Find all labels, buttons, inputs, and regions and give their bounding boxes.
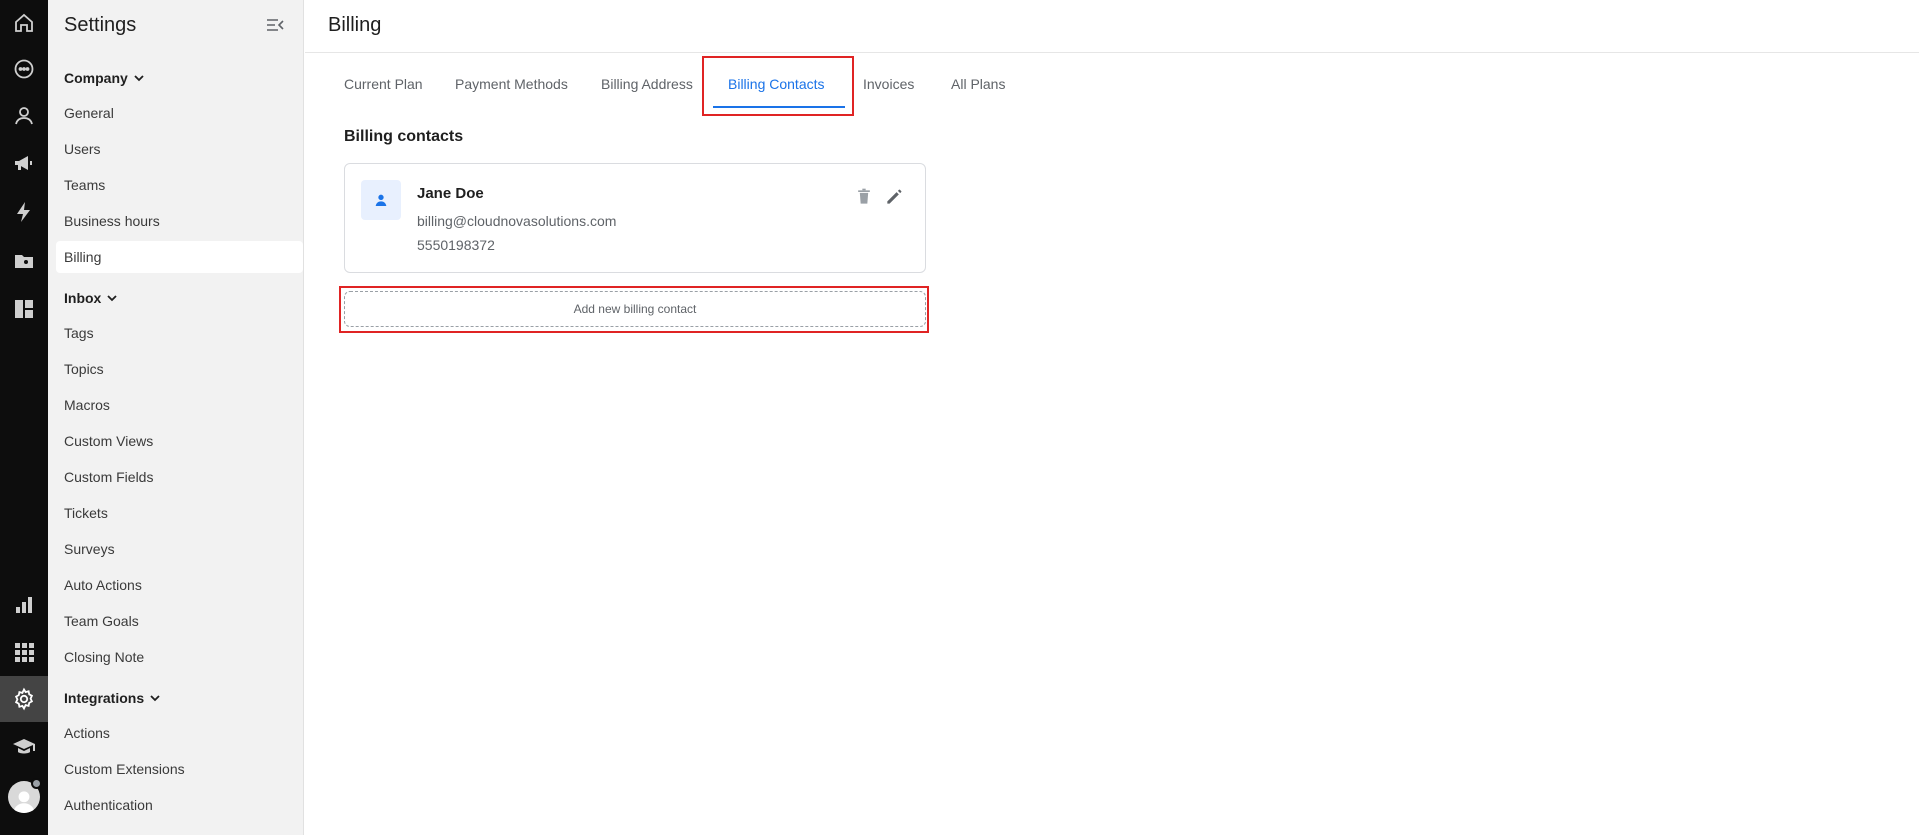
bolt-icon[interactable] — [0, 189, 48, 235]
contact-email: billing@cloudnovasolutions.com — [417, 213, 617, 229]
icon-rail — [0, 0, 48, 835]
section-inbox[interactable]: Inbox — [64, 290, 119, 306]
sidebar-item-users[interactable]: Users — [56, 133, 303, 165]
sidebar-item-teams[interactable]: Teams — [56, 169, 303, 201]
sidebar-item-custom-views[interactable]: Custom Views — [56, 425, 303, 457]
chat-icon[interactable] — [0, 46, 48, 92]
tab-current-plan[interactable]: Current Plan — [344, 76, 423, 92]
chevron-down-icon — [107, 295, 117, 302]
section-title: Billing contacts — [344, 128, 464, 145]
megaphone-icon[interactable] — [0, 140, 48, 186]
contact-card: Jane Doe billing@cloudnovasolutions.com … — [344, 163, 926, 273]
sidebar-item-macros[interactable]: Macros — [56, 389, 303, 421]
apps-grid-icon[interactable] — [0, 629, 48, 675]
sidebar-item-billing[interactable]: Billing — [56, 241, 303, 273]
status-dot — [31, 778, 42, 789]
contact-person-icon — [361, 180, 401, 220]
contact-name: Jane Doe — [417, 185, 484, 202]
contacts-icon[interactable] — [0, 93, 48, 139]
dashboard-icon[interactable] — [0, 286, 48, 332]
sidebar-item-custom-extensions[interactable]: Custom Extensions — [56, 753, 303, 785]
sidebar-item-actions[interactable]: Actions — [56, 717, 303, 749]
page-title: Billing — [328, 14, 382, 36]
settings-sidebar: Settings Company General Users Teams Bus… — [48, 0, 304, 835]
sidebar-item-topics[interactable]: Topics — [56, 353, 303, 385]
tab-payment-methods[interactable]: Payment Methods — [455, 76, 568, 92]
tab-invoices[interactable]: Invoices — [863, 76, 914, 92]
sidebar-item-tags[interactable]: Tags — [56, 317, 303, 349]
tab-billing-contacts[interactable]: Billing Contacts — [728, 76, 825, 92]
sidebar-item-custom-fields[interactable]: Custom Fields — [56, 461, 303, 493]
folder-contact-icon[interactable] — [0, 238, 48, 284]
add-billing-contact-button[interactable]: Add new billing contact — [344, 291, 926, 327]
sidebar-item-tickets[interactable]: Tickets — [56, 497, 303, 529]
sidebar-item-team-goals[interactable]: Team Goals — [56, 605, 303, 637]
edit-icon[interactable] — [883, 186, 905, 208]
section-company[interactable]: Company — [64, 70, 146, 86]
contact-phone: 5550198372 — [417, 237, 495, 253]
sidebar-item-authentication[interactable]: Authentication — [56, 789, 303, 821]
sidebar-item-closing-note[interactable]: Closing Note — [56, 641, 303, 673]
reports-icon[interactable] — [0, 582, 48, 628]
section-integrations[interactable]: Integrations — [64, 690, 162, 706]
main-content: Billing Current Plan Payment Methods Bil… — [305, 0, 1919, 835]
home-icon[interactable] — [0, 0, 48, 46]
delete-icon[interactable] — [853, 186, 875, 208]
sidebar-item-auto-actions[interactable]: Auto Actions — [56, 569, 303, 601]
chevron-down-icon — [150, 695, 160, 702]
sidebar-item-surveys[interactable]: Surveys — [56, 533, 303, 565]
collapse-sidebar-icon[interactable] — [264, 14, 286, 36]
sidebar-item-general[interactable]: General — [56, 97, 303, 129]
tab-billing-address[interactable]: Billing Address — [601, 76, 693, 92]
settings-icon[interactable] — [0, 676, 48, 722]
learn-icon[interactable] — [0, 724, 48, 770]
active-tab-underline — [713, 106, 845, 108]
sidebar-title: Settings — [64, 14, 137, 36]
page-header: Billing — [305, 0, 1919, 53]
tab-all-plans[interactable]: All Plans — [951, 76, 1005, 92]
chevron-down-icon — [134, 75, 144, 82]
sidebar-item-business-hours[interactable]: Business hours — [56, 205, 303, 237]
